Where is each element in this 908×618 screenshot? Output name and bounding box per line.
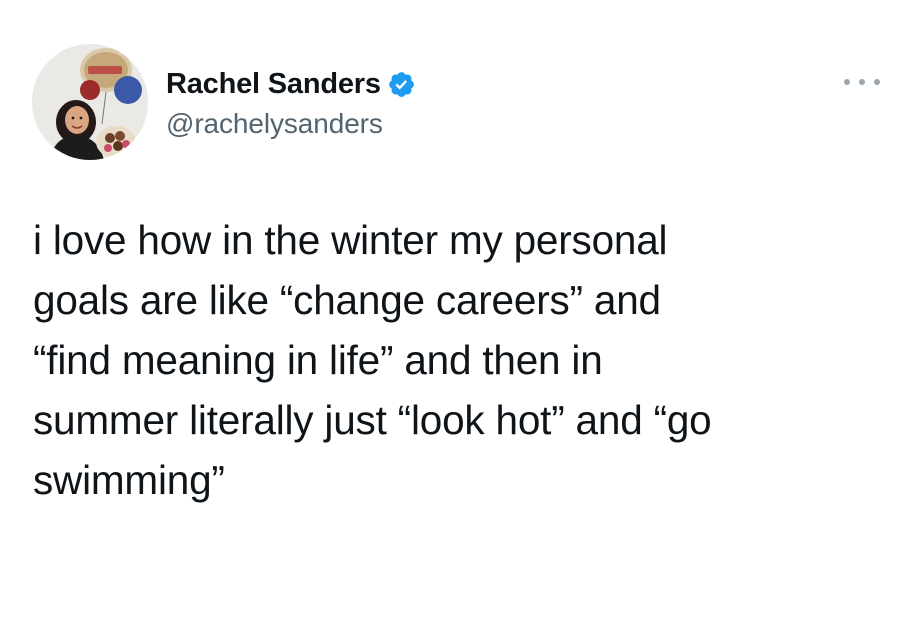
- ellipsis-dot: [859, 79, 865, 85]
- avatar[interactable]: [32, 44, 148, 160]
- tweet-header: Rachel Sanders @rachelysanders: [32, 44, 882, 162]
- author-handle[interactable]: @rachelysanders: [166, 108, 416, 140]
- author-name-row: Rachel Sanders: [166, 66, 416, 102]
- author-display-name[interactable]: Rachel Sanders: [166, 68, 381, 101]
- verified-badge-icon: [387, 70, 416, 99]
- ellipsis-dot: [844, 79, 850, 85]
- ellipsis-dot: [874, 79, 880, 85]
- more-options-ellipsis-icon[interactable]: [844, 72, 880, 92]
- tweet-card: Rachel Sanders @rachelysanders i love ho…: [0, 0, 908, 618]
- tweet-text: i love how in the winter my personal goa…: [33, 217, 712, 503]
- avatar-image: [32, 44, 148, 160]
- author-block: Rachel Sanders @rachelysanders: [166, 66, 416, 140]
